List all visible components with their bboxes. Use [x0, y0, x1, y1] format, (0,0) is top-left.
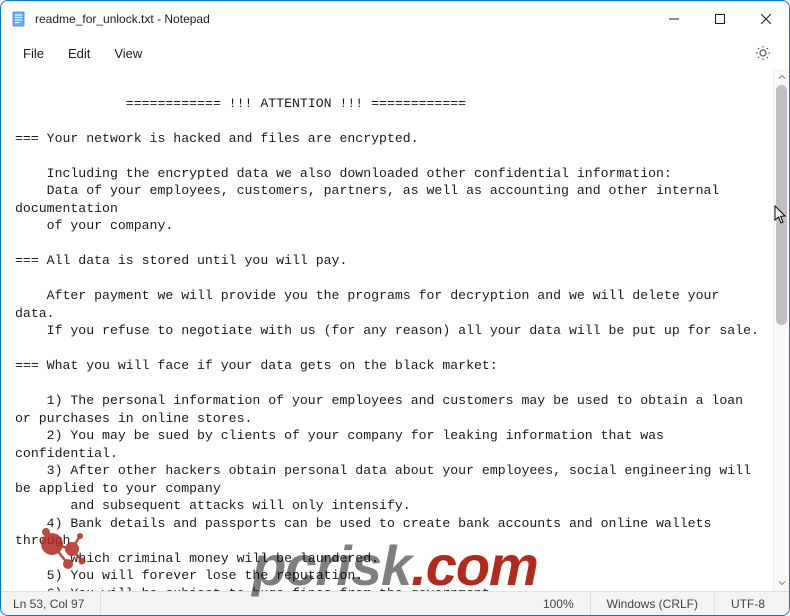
menu-edit[interactable]: Edit [56, 42, 102, 65]
text-line[interactable]: 3) After other hackers obtain personal d… [15, 462, 759, 497]
status-cursor-position: Ln 53, Col 97 [9, 592, 101, 615]
close-button[interactable] [743, 1, 789, 37]
text-line[interactable] [15, 77, 759, 95]
text-editor[interactable]: ============ !!! ATTENTION !!! =========… [1, 69, 773, 591]
text-line[interactable] [15, 235, 759, 253]
text-line[interactable]: 2) You may be sued by clients of your co… [15, 427, 759, 462]
text-line[interactable]: and subsequent attacks will only intensi… [15, 497, 759, 515]
status-right-group: 100% Windows (CRLF) UTF-8 [539, 592, 781, 615]
status-encoding: UTF-8 [715, 592, 781, 615]
menu-view[interactable]: View [102, 42, 154, 65]
minimize-button[interactable] [651, 1, 697, 37]
text-line[interactable] [15, 270, 759, 288]
statusbar: Ln 53, Col 97 100% Windows (CRLF) UTF-8 [1, 591, 789, 615]
settings-button[interactable] [747, 37, 779, 69]
text-line[interactable]: If you refuse to negotiate with us (for … [15, 322, 759, 340]
text-line[interactable]: === What you will face if your data gets… [15, 357, 759, 375]
text-line[interactable]: which criminal money will be laundered. [15, 550, 759, 568]
vertical-scrollbar[interactable] [773, 69, 789, 591]
status-zoom[interactable]: 100% [539, 592, 591, 615]
notepad-icon [11, 11, 27, 27]
text-line[interactable]: Data of your employees, customers, partn… [15, 182, 759, 217]
text-line[interactable]: 5) You will forever lose the reputation. [15, 567, 759, 585]
text-line[interactable]: ============ !!! ATTENTION !!! =========… [15, 95, 759, 113]
notepad-window: readme_for_unlock.txt - Notepad File Edi… [0, 0, 790, 616]
menu-file[interactable]: File [11, 42, 56, 65]
text-line[interactable] [15, 112, 759, 130]
text-line[interactable]: === Your network is hacked and files are… [15, 130, 759, 148]
text-line[interactable]: 1) The personal information of your empl… [15, 392, 759, 427]
text-line[interactable]: 6) You will be subject to huge fines fro… [15, 585, 759, 592]
gear-icon [755, 45, 771, 61]
maximize-button[interactable] [697, 1, 743, 37]
window-title: readme_for_unlock.txt - Notepad [35, 12, 210, 26]
text-line[interactable]: === All data is stored until you will pa… [15, 252, 759, 270]
text-line[interactable]: Including the encrypted data we also dow… [15, 165, 759, 183]
text-line[interactable]: 4) Bank details and passports can be use… [15, 515, 759, 550]
status-line-ending: Windows (CRLF) [591, 592, 715, 615]
scroll-thumb[interactable] [776, 85, 787, 325]
scroll-up-button[interactable] [774, 69, 789, 85]
menubar: File Edit View [1, 37, 789, 69]
text-line[interactable]: After payment we will provide you the pr… [15, 287, 759, 322]
scroll-down-button[interactable] [774, 575, 789, 591]
titlebar[interactable]: readme_for_unlock.txt - Notepad [1, 1, 789, 37]
text-line[interactable] [15, 147, 759, 165]
text-line[interactable] [15, 340, 759, 358]
chevron-down-icon [778, 579, 786, 587]
text-line[interactable] [15, 375, 759, 393]
window-controls [651, 1, 789, 37]
chevron-up-icon [778, 73, 786, 81]
text-line[interactable]: of your company. [15, 217, 759, 235]
editor-area: ============ !!! ATTENTION !!! =========… [1, 69, 789, 591]
